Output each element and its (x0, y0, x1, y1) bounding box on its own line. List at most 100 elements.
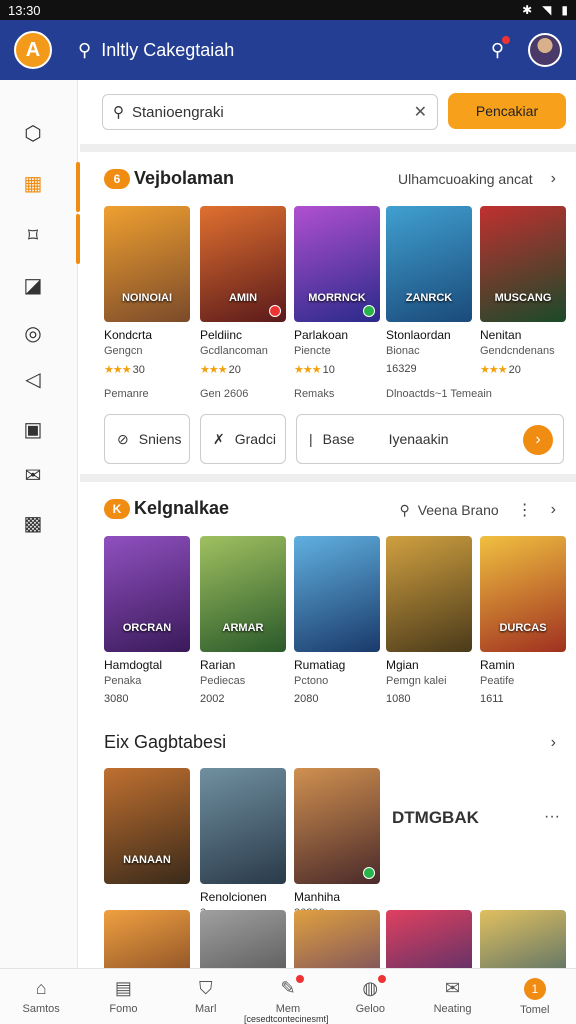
puzzle-icon[interactable]: ⬡ (20, 120, 46, 146)
game-subtitle: Pctono (294, 675, 329, 687)
app-title: Inltly Cakegtaiah (101, 39, 235, 60)
game-cover[interactable] (386, 536, 472, 652)
avatar[interactable] (528, 33, 562, 67)
game-rating: ★★★ 10 (294, 363, 380, 376)
grid-icon[interactable]: ▩ (20, 510, 46, 536)
game-card[interactable]: Manhiha26890 (294, 768, 380, 919)
chart-icon[interactable]: ◪ (20, 272, 46, 298)
game-meta: Remaks (294, 388, 335, 400)
field-label: Base (322, 431, 355, 447)
library-icon[interactable]: ▦ (20, 170, 46, 196)
game-card[interactable]: MORRNCK Parlakoan Piencte ★★★ 10 Remaks (294, 206, 380, 400)
game-card[interactable]: ZANRCK Stonlaordan Bionac 16329 Dlnoactds~1 … (386, 206, 492, 400)
game-card[interactable] (480, 910, 566, 968)
game-rating: ★★★ 20 (200, 363, 286, 376)
game-card[interactable]: Rumatiag Pctono 2080 (294, 536, 380, 705)
more-icon[interactable]: ⋮ (517, 500, 533, 520)
section-link[interactable]: ⚲ Veena Brano ⋮ › (399, 500, 556, 520)
wifi-icon: ◥ (542, 3, 552, 17)
game-card[interactable]: MUSCANG Nenitan Gendcndenans ★★★ 20 (480, 206, 566, 376)
search-icon: ⚲ (399, 501, 410, 518)
game-cover[interactable]: MUSCANG (480, 206, 566, 322)
nav-item-geloo[interactable]: ◍ Geloo (329, 969, 411, 1024)
game-cover[interactable] (200, 768, 286, 884)
game-cover[interactable]: ZANRCK (386, 206, 472, 322)
nav-item-fomo[interactable]: ▤ Fomo (82, 969, 164, 1024)
chip-label: Gradci (234, 431, 276, 447)
game-meta: 1611 (480, 693, 504, 705)
game-subtitle: Pemgn kalei (386, 675, 447, 687)
game-card[interactable]: NOINOIAI Kondcrta Gengcn ★★★ 30 Pemanre (104, 206, 190, 400)
main-content: ⚲ Stanioengraki ✕ Pencakiar 6 Vejbolaman… (80, 80, 576, 968)
divider (80, 474, 576, 482)
game-card[interactable] (200, 910, 286, 968)
game-name: Kondcrta (104, 328, 153, 342)
game-cover[interactable] (294, 768, 380, 884)
game-card[interactable] (294, 910, 380, 968)
status-bar: 13:30 ✱ ◥ ▮ (0, 0, 576, 20)
game-cover[interactable]: NANAAN (104, 768, 190, 884)
game-name: Parlakoan (294, 328, 349, 342)
game-meta: 2080 (294, 693, 319, 705)
game-cover[interactable] (294, 910, 380, 968)
wrench-icon: ✗ (213, 430, 225, 447)
mail-icon[interactable]: ✉ (20, 462, 46, 488)
game-meta: 3080 (104, 693, 129, 705)
section-link[interactable]: › (533, 734, 556, 752)
game-cover[interactable] (200, 910, 286, 968)
send-icon[interactable]: ◁ (20, 366, 46, 392)
game-cover[interactable]: DURCAS (480, 536, 566, 652)
game-card[interactable]: AMIE (104, 910, 190, 968)
nav-label: Fomo (109, 1003, 138, 1015)
chat-icon[interactable]: ◎ (20, 320, 46, 346)
section-badge: 6 (104, 168, 130, 189)
chevron-right-icon[interactable]: › (551, 501, 556, 519)
game-card[interactable]: Mgian Pemgn kalei 1080 (386, 536, 472, 705)
notification-icon[interactable]: ⚲ (491, 35, 510, 61)
search-button[interactable]: Pencakiar (448, 93, 566, 129)
game-card[interactable]: AMIN Peldiinc Gcdlancoman ★★★ 20 Gen 2606 (200, 206, 286, 400)
more-icon[interactable]: ··· (544, 808, 560, 826)
bookmark-icon[interactable]: ⌑ (20, 222, 46, 248)
game-card[interactable]: ARMAR Rarian Pediecas 2002 (200, 536, 286, 705)
gift-icon[interactable]: ▣ (20, 416, 46, 442)
cover-title: MORRNCK (308, 292, 366, 304)
game-subtitle: Gengcn (104, 345, 143, 357)
filter-field[interactable]: | Base Iyenaakin › (296, 414, 564, 464)
game-card[interactable]: DURCAS Ramin Peatife 1611 (480, 536, 566, 705)
game-card[interactable]: ORCRAN Hamdogtal Penaka 3080 (104, 536, 190, 705)
game-cover[interactable] (294, 536, 380, 652)
game-rating: ★★★ 20 (480, 363, 566, 376)
nav-item-tomel[interactable]: 1 Tomel (494, 969, 576, 1024)
game-cover[interactable] (480, 910, 566, 968)
arrow-right-icon[interactable]: › (523, 425, 553, 455)
star-icons: ★★★ (294, 364, 323, 376)
nav-item-samtos[interactable]: ⌂ Samtos (0, 969, 82, 1024)
game-card[interactable] (386, 910, 472, 968)
game-cover[interactable]: ARMAR (200, 536, 286, 652)
nav-item-marl[interactable]: ⛉ Marl (165, 969, 247, 1024)
game-cover[interactable]: ORCRAN (104, 536, 190, 652)
filter-chip[interactable]: ✗ Gradci (200, 414, 286, 464)
game-cover[interactable]: MORRNCK (294, 206, 380, 322)
search-icon[interactable]: ⚲ (78, 40, 91, 61)
game-subtitle: Piencte (294, 345, 331, 357)
chevron-right-icon[interactable]: › (551, 170, 556, 188)
app-logo[interactable]: A (14, 31, 52, 69)
game-cover[interactable]: AMIN (200, 206, 286, 322)
chevron-right-icon[interactable]: › (551, 734, 556, 752)
game-cover[interactable]: NOINOIAI (104, 206, 190, 322)
game-card[interactable]: NANAAN (104, 768, 190, 884)
game-subtitle: Gendcndenans (480, 345, 555, 357)
game-card[interactable]: Renolcionen3omo (200, 768, 286, 919)
filter-chip[interactable]: ⊘ Sniens (104, 414, 190, 464)
clear-icon[interactable]: ✕ (414, 102, 427, 122)
search-input[interactable]: ⚲ Stanioengraki ✕ (102, 94, 438, 130)
game-cover[interactable]: AMIE (104, 910, 190, 968)
game-cover[interactable] (386, 910, 472, 968)
cover-badge (363, 867, 375, 879)
rating-value: 20 (228, 364, 241, 376)
nav-item-neating[interactable]: ✉ Neating (411, 969, 493, 1024)
section-link[interactable]: Ulhamcuoaking ancat › (398, 170, 556, 188)
nav-label: Neating (433, 1003, 472, 1015)
